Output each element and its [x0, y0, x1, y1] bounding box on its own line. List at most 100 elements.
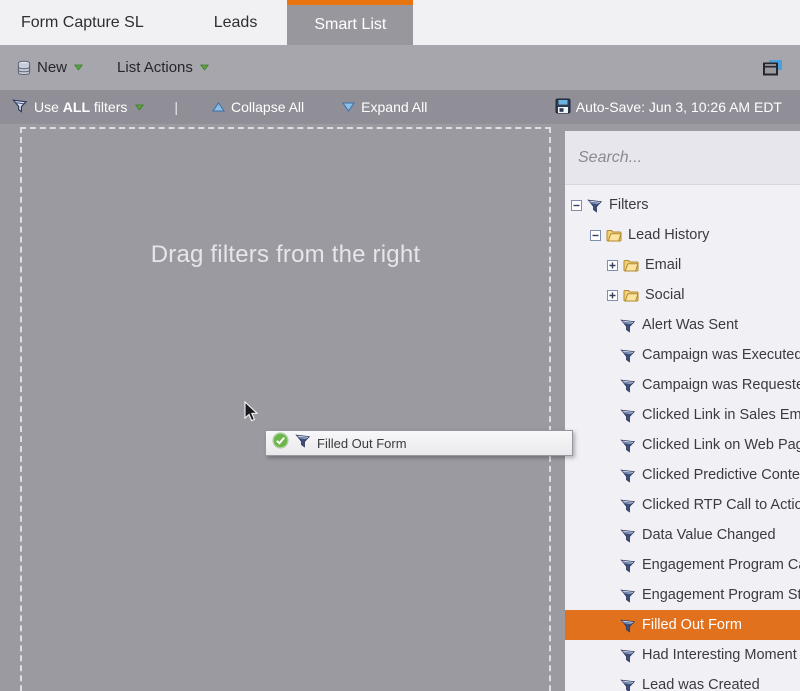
filter-funnel-icon	[620, 588, 636, 603]
tree-item-label: Data Value Changed	[642, 527, 776, 543]
tree-item-label: Lead was Created	[642, 677, 760, 691]
tree-item-label: Campaign was Executed	[642, 347, 800, 363]
tab-bar: Form Capture SL Leads Smart List	[0, 0, 800, 45]
autosave-status: Auto-Save: Jun 3, 10:26 AM EDT	[555, 98, 782, 117]
tree-item-label: Alert Was Sent	[642, 317, 738, 333]
tree-item-lead-was-created[interactable]: Lead was Created	[565, 670, 800, 691]
tree-item-clicked-predictive-content[interactable]: Clicked Predictive Content	[565, 460, 800, 490]
database-icon	[16, 60, 32, 76]
drop-zone-hint: Drag filters from the right	[22, 241, 549, 269]
tree-item-engagement-program-cadence[interactable]: Engagement Program Cadence	[565, 550, 800, 580]
tab-smart-list[interactable]: Smart List	[287, 0, 413, 45]
tree-item-engagement-program-stream[interactable]: Engagement Program Stream	[565, 580, 800, 610]
tree-item-label: Clicked Link in Sales Email	[642, 407, 800, 423]
tree-item-email[interactable]: Email	[565, 250, 800, 280]
new-button[interactable]: New	[16, 59, 83, 76]
list-actions-label: List Actions	[117, 59, 193, 76]
folder-icon	[623, 288, 639, 303]
workspace: Drag filters from the right Filters Lead …	[0, 124, 800, 691]
search-input[interactable]	[565, 149, 778, 167]
new-button-label: New	[37, 59, 67, 76]
filter-funnel-icon	[620, 438, 636, 453]
use-all-filters-button[interactable]: Use ALL filters	[12, 98, 144, 116]
filter-funnel-icon	[620, 618, 636, 633]
tree-item-label: Email	[645, 257, 681, 273]
drop-allowed-icon	[272, 432, 289, 454]
tree-item-clicked-link-on-web-page[interactable]: Clicked Link on Web Page	[565, 430, 800, 460]
tree-item-filled-out-form[interactable]: Filled Out Form	[565, 610, 800, 640]
tree-item-label: Filters	[609, 197, 648, 213]
expand-all-label: Expand All	[361, 99, 427, 115]
filter-palette-panel: Filters Lead History Email Social Alert Was …	[565, 131, 800, 691]
filter-tree: Filters Lead History Email Social Alert Was …	[565, 185, 800, 691]
filter-funnel-icon	[620, 378, 636, 393]
chevron-down-icon	[135, 104, 144, 111]
tree-item-campaign-was-requested[interactable]: Campaign was Requested	[565, 370, 800, 400]
autosave-label: Auto-Save: Jun 3, 10:26 AM EDT	[576, 99, 782, 115]
search-band	[565, 131, 800, 185]
folder-icon	[623, 258, 639, 273]
filter-funnel-icon	[620, 678, 636, 691]
triangle-up-icon	[212, 102, 225, 112]
expand-node-icon[interactable]	[607, 260, 618, 271]
filter-funnel-icon	[620, 558, 636, 573]
folder-icon	[606, 228, 622, 243]
save-floppy-icon	[555, 98, 571, 117]
collapse-all-label: Collapse All	[231, 99, 304, 115]
tree-item-social[interactable]: Social	[565, 280, 800, 310]
tree-item-label: Clicked Link on Web Page	[642, 437, 800, 453]
filter-funnel-icon	[620, 648, 636, 663]
tree-item-label: Engagement Program Stream	[642, 587, 800, 603]
smart-list-window: Form Capture SL Leads Smart List New Lis…	[0, 0, 800, 691]
expand-all-button[interactable]: Expand All	[342, 99, 427, 115]
tree-item-label: Campaign was Requested	[642, 377, 800, 393]
tab-leads[interactable]: Leads	[184, 0, 288, 45]
active-tab-accent-strip	[287, 0, 413, 5]
collapse-all-button[interactable]: Collapse All	[212, 99, 304, 115]
filter-funnel-icon	[620, 318, 636, 333]
filter-funnel-icon	[587, 198, 603, 213]
tree-item-label: Social	[645, 287, 685, 303]
tab-label: Smart List	[314, 16, 386, 34]
tree-item-clicked-link-in-sales-email[interactable]: Clicked Link in Sales Email	[565, 400, 800, 430]
tree-item-campaign-was-executed[interactable]: Campaign was Executed	[565, 340, 800, 370]
tree-item-filters[interactable]: Filters	[565, 190, 800, 220]
filter-funnel-icon	[12, 98, 28, 116]
list-actions-button[interactable]: List Actions	[117, 59, 209, 76]
tree-item-clicked-rtp-call-to-action[interactable]: Clicked RTP Call to Action	[565, 490, 800, 520]
triangle-down-icon	[342, 102, 355, 112]
mouse-cursor	[243, 401, 262, 423]
tab-label: Leads	[214, 14, 258, 32]
tree-item-label: Clicked RTP Call to Action	[642, 497, 800, 513]
tree-item-label: Engagement Program Cadence	[642, 557, 800, 573]
filter-toolbar: Use ALL filters | Collapse All Expand Al…	[0, 90, 800, 124]
chevron-down-icon	[74, 64, 83, 71]
tree-item-label: Lead History	[628, 227, 709, 243]
tree-item-lead-history[interactable]: Lead History	[565, 220, 800, 250]
tab-label: Form Capture SL	[21, 14, 144, 32]
collapse-node-icon[interactable]	[590, 230, 601, 241]
chevron-down-icon	[200, 64, 209, 71]
filter-funnel-icon	[620, 408, 636, 423]
collapse-node-icon[interactable]	[571, 200, 582, 211]
tree-item-data-value-changed[interactable]: Data Value Changed	[565, 520, 800, 550]
filter-funnel-icon	[620, 468, 636, 483]
tree-item-label: Filled Out Form	[642, 617, 742, 633]
tree-item-label: Had Interesting Moment	[642, 647, 797, 663]
drag-ghost-label: Filled Out Form	[317, 436, 407, 451]
tree-item-had-interesting-moment[interactable]: Had Interesting Moment	[565, 640, 800, 670]
tree-item-alert-was-sent[interactable]: Alert Was Sent	[565, 310, 800, 340]
expand-node-icon[interactable]	[607, 290, 618, 301]
filter-drop-zone[interactable]: Drag filters from the right	[20, 127, 551, 691]
filter-funnel-icon	[295, 433, 311, 453]
filter-funnel-icon	[620, 528, 636, 543]
use-all-filters-label: Use ALL filters	[34, 99, 127, 115]
main-toolbar: New List Actions	[0, 45, 800, 90]
filter-funnel-icon	[620, 498, 636, 513]
tree-item-label: Clicked Predictive Content	[642, 467, 800, 483]
tab-form-capture-sl[interactable]: Form Capture SL	[0, 0, 184, 45]
filter-funnel-icon	[620, 348, 636, 363]
toolbar-separator: |	[174, 99, 178, 115]
window-view-icon[interactable]	[762, 59, 784, 77]
drag-ghost-filled-out-form[interactable]: Filled Out Form	[265, 430, 573, 456]
